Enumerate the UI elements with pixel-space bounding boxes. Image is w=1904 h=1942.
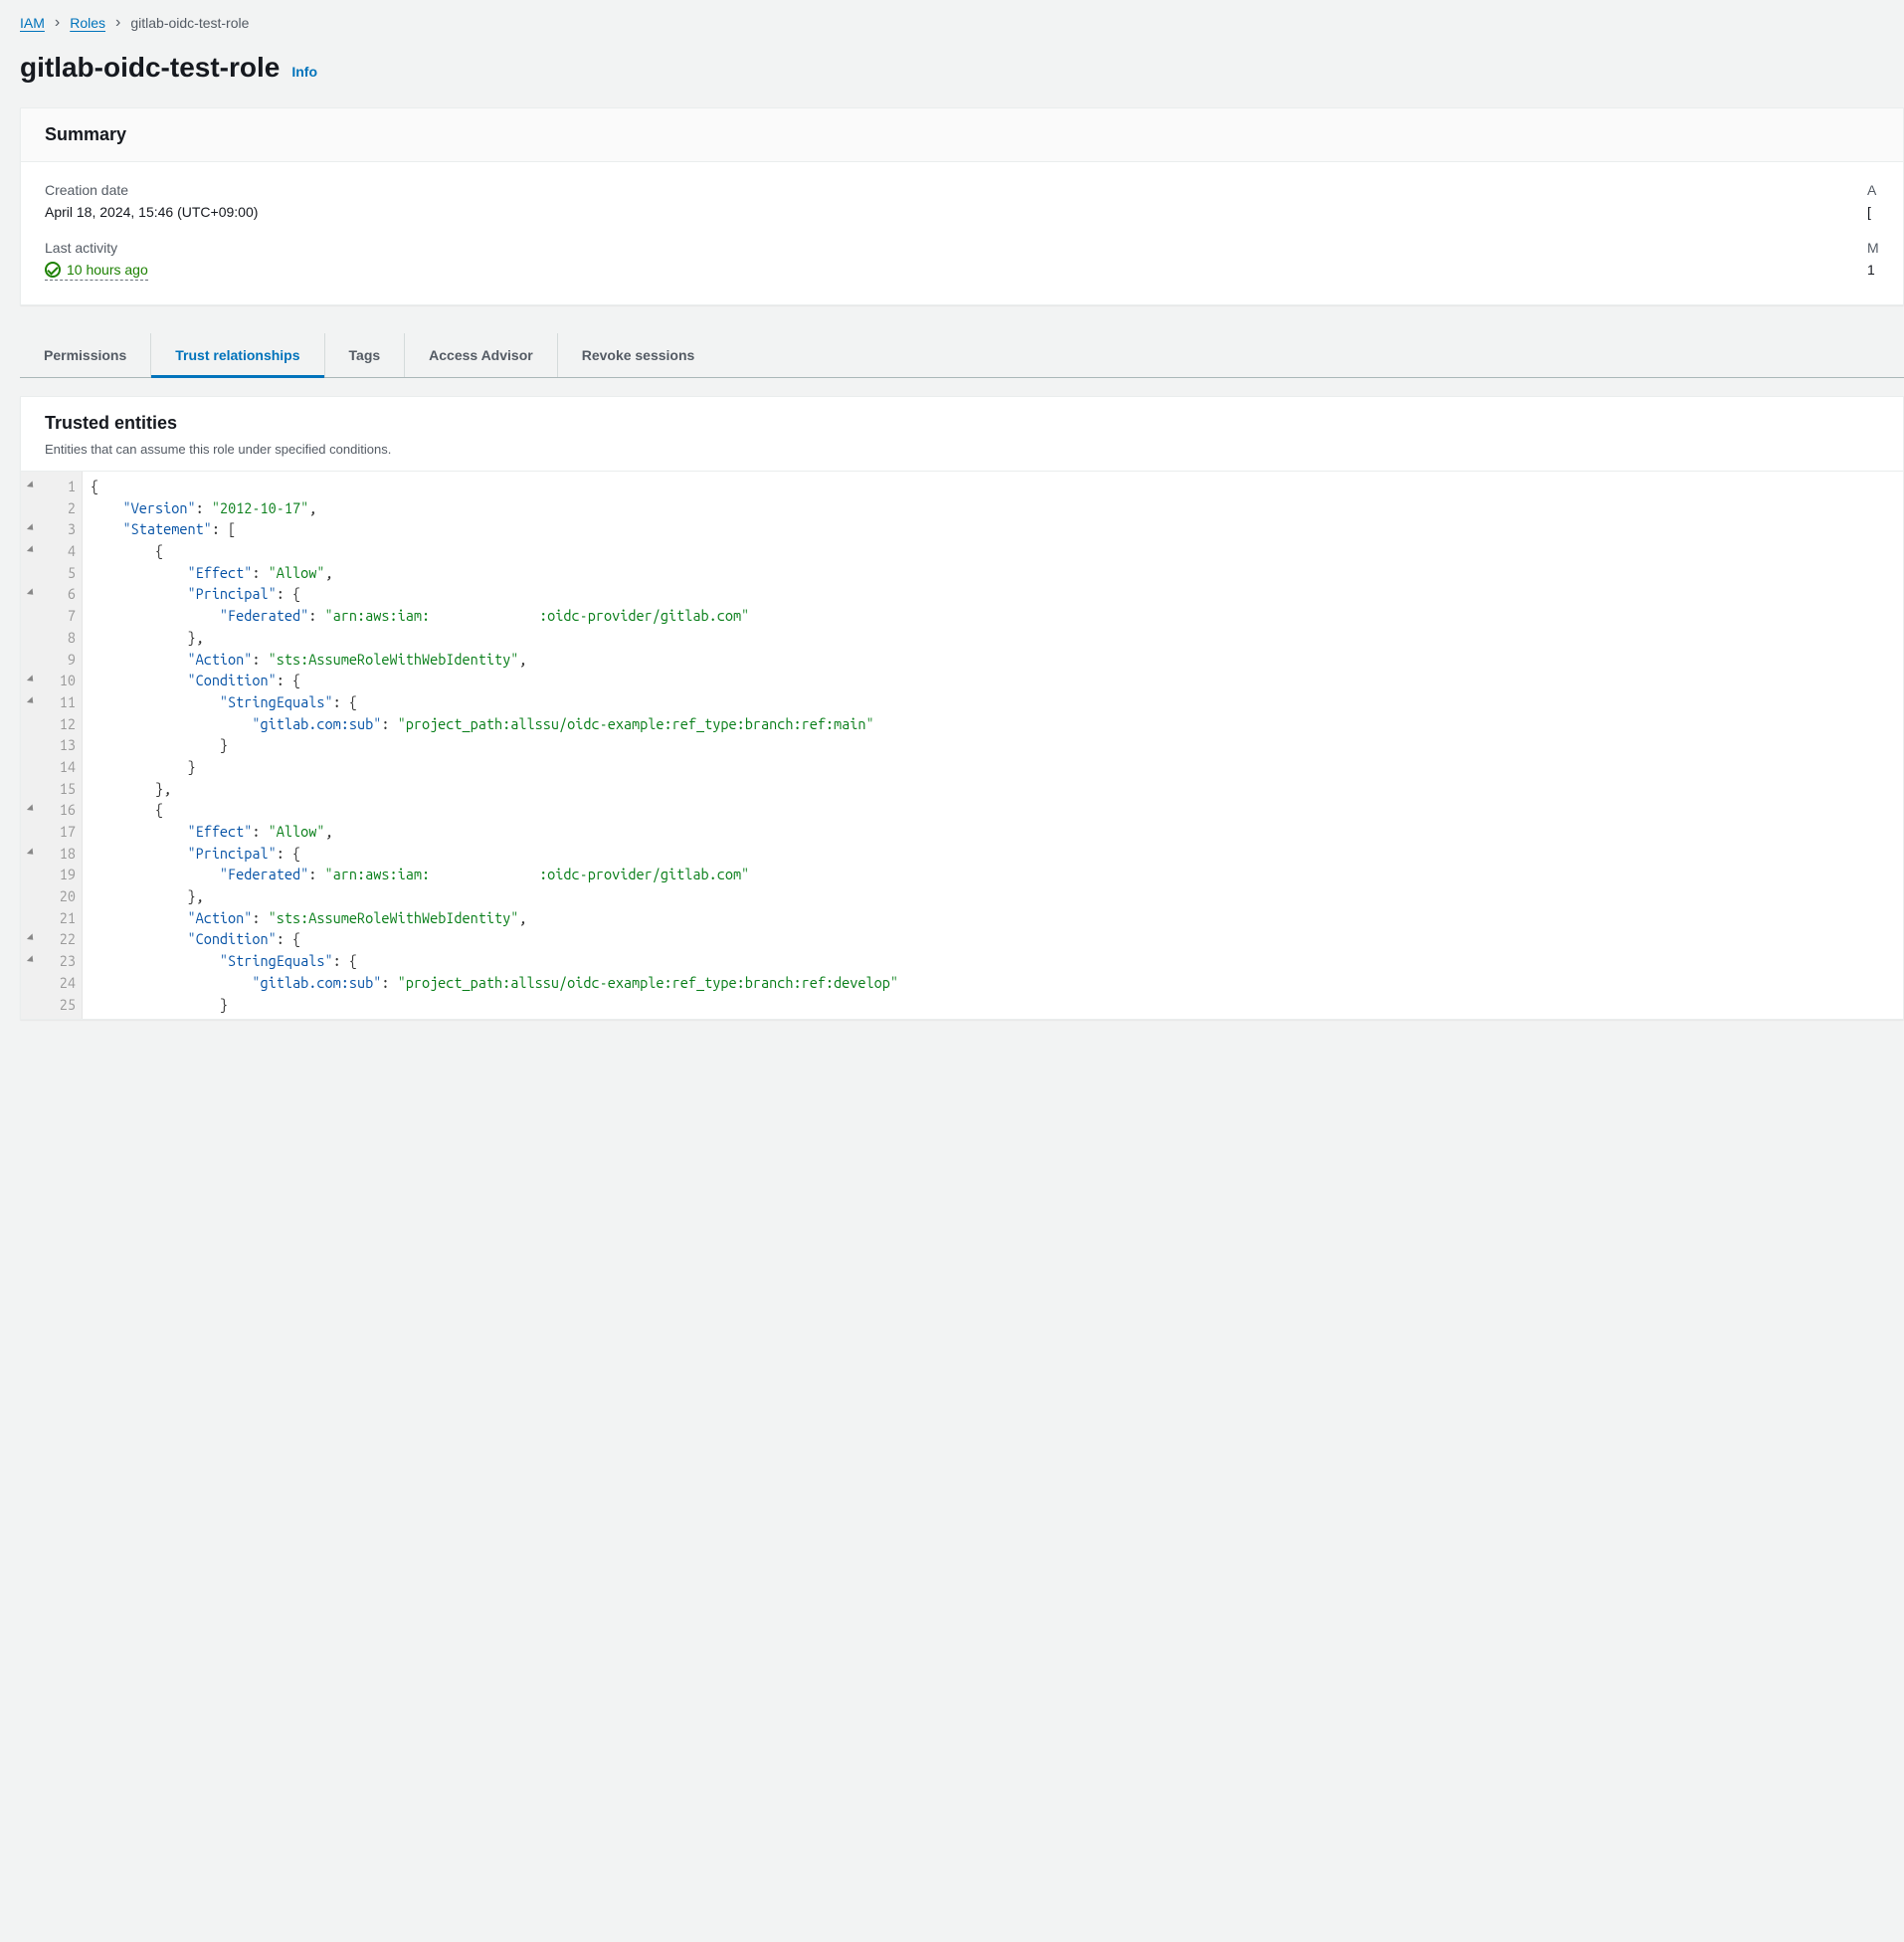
gutter-line: 18 <box>31 843 76 865</box>
code-line[interactable]: "Version": "2012-10-17", <box>91 497 1903 519</box>
gutter-line: 14 <box>31 756 76 778</box>
code-line[interactable]: "gitlab.com:sub": "project_path:allssu/o… <box>91 713 1903 735</box>
arn-value-partial: [ <box>1867 204 1879 220</box>
code-line[interactable]: "Principal": { <box>91 843 1903 865</box>
code-line[interactable]: }, <box>91 627 1903 649</box>
gutter-line: 20 <box>31 885 76 907</box>
breadcrumb: IAM › Roles › gitlab-oidc-test-role <box>20 10 1904 44</box>
tab-permissions[interactable]: Permissions <box>20 333 151 377</box>
gutter-line: 13 <box>31 734 76 756</box>
fold-toggle-icon[interactable] <box>27 545 36 554</box>
trusted-entities-title: Trusted entities <box>45 413 1879 434</box>
gutter-line: 16 <box>31 799 76 821</box>
fold-toggle-icon[interactable] <box>27 805 36 814</box>
gutter-line: 17 <box>31 821 76 843</box>
code-line[interactable]: "Action": "sts:AssumeRoleWithWebIdentity… <box>91 649 1903 671</box>
code-gutter: 1234567891011121314151617181920212223242… <box>21 472 83 1019</box>
gutter-line: 11 <box>31 691 76 713</box>
gutter-line: 8 <box>31 627 76 649</box>
gutter-line: 2 <box>31 497 76 519</box>
policy-code-editor[interactable]: 1234567891011121314151617181920212223242… <box>21 471 1903 1019</box>
gutter-line: 24 <box>31 972 76 994</box>
code-line[interactable]: "Effect": "Allow", <box>91 562 1903 584</box>
chevron-right-icon: › <box>55 14 60 32</box>
gutter-line: 15 <box>31 778 76 800</box>
code-line[interactable]: }, <box>91 885 1903 907</box>
code-line[interactable]: "Effect": "Allow", <box>91 821 1903 843</box>
creation-date-value: April 18, 2024, 15:46 (UTC+09:00) <box>45 204 1808 220</box>
code-line[interactable]: { <box>91 476 1903 497</box>
code-line[interactable]: "Federated": "arn:aws:iam:x:oidc-provide… <box>91 864 1903 885</box>
code-line[interactable]: } <box>91 756 1903 778</box>
gutter-line: 5 <box>31 562 76 584</box>
code-line[interactable]: "StringEquals": { <box>91 691 1903 713</box>
code-content[interactable]: { "Version": "2012-10-17", "Statement": … <box>83 472 1903 1019</box>
fold-toggle-icon[interactable] <box>27 589 36 598</box>
summary-body: Creation date April 18, 2024, 15:46 (UTC… <box>21 162 1903 304</box>
max-session-label-partial: M <box>1867 240 1879 256</box>
gutter-line: 4 <box>31 540 76 562</box>
trusted-entities-panel: Trusted entities Entities that can assum… <box>20 396 1904 1020</box>
gutter-line: 21 <box>31 907 76 929</box>
code-line[interactable]: "Condition": { <box>91 928 1903 950</box>
code-line[interactable]: "Condition": { <box>91 670 1903 691</box>
gutter-line: 9 <box>31 649 76 671</box>
tab-access-advisor[interactable]: Access Advisor <box>405 333 558 377</box>
breadcrumb-iam-link[interactable]: IAM <box>20 15 45 31</box>
gutter-line: 6 <box>31 583 76 605</box>
info-link[interactable]: Info <box>291 64 317 80</box>
tabs-row: Permissions Trust relationships Tags Acc… <box>20 333 1904 378</box>
gutter-line: 12 <box>31 713 76 735</box>
fold-toggle-icon[interactable] <box>27 524 36 533</box>
breadcrumb-current: gitlab-oidc-test-role <box>130 15 249 31</box>
chevron-right-icon: › <box>115 14 120 32</box>
tab-trust-relationships[interactable]: Trust relationships <box>151 333 324 377</box>
gutter-line: 22 <box>31 928 76 950</box>
gutter-line: 7 <box>31 605 76 627</box>
code-line[interactable]: }, <box>91 778 1903 800</box>
trusted-entities-subtitle: Entities that can assume this role under… <box>45 442 1879 457</box>
check-circle-icon <box>45 262 61 278</box>
breadcrumb-roles-link[interactable]: Roles <box>70 15 105 31</box>
page-title: gitlab-oidc-test-role <box>20 52 280 84</box>
last-activity-text: 10 hours ago <box>67 262 148 278</box>
creation-date-label: Creation date <box>45 182 1808 198</box>
gutter-line: 3 <box>31 518 76 540</box>
max-session-value-partial: 1 <box>1867 262 1879 278</box>
code-line[interactable]: "Action": "sts:AssumeRoleWithWebIdentity… <box>91 907 1903 929</box>
code-line[interactable]: "gitlab.com:sub": "project_path:allssu/o… <box>91 972 1903 994</box>
last-activity-label: Last activity <box>45 240 1808 256</box>
summary-title: Summary <box>45 124 1879 145</box>
code-line[interactable]: "Principal": { <box>91 583 1903 605</box>
last-activity-value[interactable]: 10 hours ago <box>45 262 148 281</box>
code-line[interactable]: } <box>91 734 1903 756</box>
summary-header: Summary <box>21 108 1903 162</box>
fold-toggle-icon[interactable] <box>27 848 36 857</box>
page-heading: gitlab-oidc-test-role Info <box>20 52 1904 84</box>
tab-tags[interactable]: Tags <box>325 333 406 377</box>
gutter-line: 10 <box>31 670 76 691</box>
fold-toggle-icon[interactable] <box>27 934 36 943</box>
gutter-line: 1 <box>31 476 76 497</box>
gutter-line: 19 <box>31 864 76 885</box>
fold-toggle-icon[interactable] <box>27 676 36 684</box>
code-line[interactable]: "Statement": [ <box>91 518 1903 540</box>
code-line[interactable]: "StringEquals": { <box>91 950 1903 972</box>
code-line[interactable]: "Federated": "arn:aws:iam:x:oidc-provide… <box>91 605 1903 627</box>
gutter-line: 25 <box>31 994 76 1016</box>
trusted-entities-header: Trusted entities Entities that can assum… <box>21 397 1903 471</box>
code-line[interactable]: { <box>91 540 1903 562</box>
fold-toggle-icon[interactable] <box>27 481 36 489</box>
fold-toggle-icon[interactable] <box>27 956 36 965</box>
gutter-line: 23 <box>31 950 76 972</box>
arn-label-partial: A <box>1867 182 1879 198</box>
fold-toggle-icon[interactable] <box>27 696 36 705</box>
tab-revoke-sessions[interactable]: Revoke sessions <box>558 333 719 377</box>
code-line[interactable]: { <box>91 799 1903 821</box>
summary-panel: Summary Creation date April 18, 2024, 15… <box>20 107 1904 305</box>
code-line[interactable]: } <box>91 994 1903 1016</box>
